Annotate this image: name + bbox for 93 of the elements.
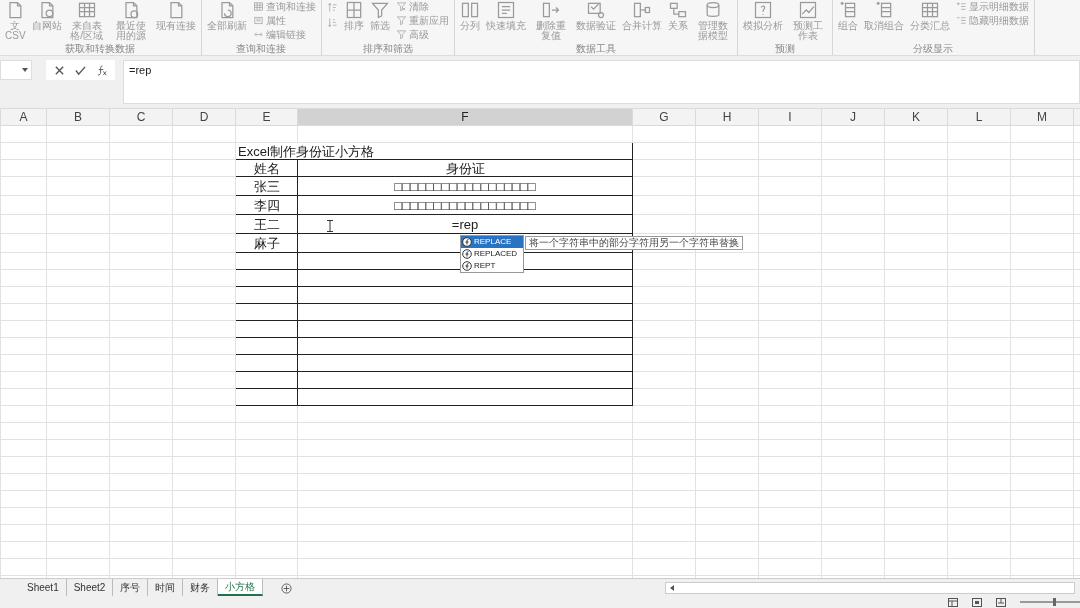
column-header[interactable]: F [297, 108, 633, 126]
scroll-left-icon[interactable] [668, 583, 676, 592]
ribbon-button[interactable]: 查询和连接 [250, 0, 318, 13]
normal-view-icon[interactable] [948, 597, 958, 607]
ribbon-button[interactable]: 隐藏明细数据 [953, 14, 1031, 27]
table-icon [252, 1, 264, 12]
column-header[interactable]: A [0, 108, 47, 126]
validation-icon [585, 0, 606, 20]
remove-duplicates-icon [540, 0, 561, 20]
clear-filter-icon [395, 1, 407, 12]
ribbon-button[interactable]: 组合 [835, 0, 860, 31]
filter-icon [395, 29, 407, 40]
group-label: 排序和筛选 [361, 43, 414, 55]
group-label: 分级显示 [912, 43, 955, 55]
column-header[interactable]: B [46, 108, 110, 126]
name-cell: 王二 [235, 214, 298, 234]
name-cell: 张三 [235, 176, 298, 196]
filter-icon [369, 0, 390, 20]
dropdown-icon [22, 68, 28, 72]
formula-text: =rep [129, 64, 152, 76]
ribbon-button[interactable]: 显示明细数据 [953, 0, 1031, 13]
column-header[interactable]: C [109, 108, 173, 126]
split-columns-icon [459, 0, 480, 20]
ribbon-button[interactable]: 高级 [393, 28, 451, 41]
ribbon-button[interactable]: 全部刷新 [204, 0, 249, 31]
group-label: 查询和连接 [235, 43, 288, 55]
id-cell-text: =rep [451, 216, 479, 232]
filter-icon [395, 15, 407, 26]
id-cell-text: □□□□□□□□□□□□□□□□□□ [394, 178, 536, 194]
table-icon [76, 0, 97, 20]
sort-ascending-icon [326, 2, 338, 13]
name-cell: 李四 [235, 195, 298, 215]
column-header[interactable]: K [884, 108, 948, 126]
ribbon-button[interactable]: 数据验证 [573, 0, 618, 31]
ribbon-button[interactable]: 删除重复值 [529, 0, 572, 41]
group-label: 获取和转换数据 [64, 43, 137, 55]
column-header[interactable]: I [758, 108, 822, 126]
expand-icon [955, 1, 967, 12]
ribbon-button[interactable]: 预测工作表 [786, 0, 829, 41]
ribbon-button[interactable]: 现有连接 [153, 0, 198, 31]
column-header[interactable]: E [235, 108, 298, 126]
ribbon-button[interactable]: 分列 [457, 0, 482, 31]
autocomplete-item[interactable]: REPLACE [461, 236, 523, 248]
page-break-icon[interactable] [996, 597, 1006, 607]
horizontal-scrollbar[interactable] [665, 581, 1075, 594]
ribbon-button[interactable]: 排序 [341, 0, 366, 31]
ribbon-button[interactable]: 分类汇总 [907, 0, 952, 31]
ribbon-button[interactable]: 来自表格/区域 [65, 0, 108, 41]
ribbon-button[interactable]: 最近使用的源 [109, 0, 152, 41]
column-header[interactable]: D [172, 108, 236, 126]
page-layout-icon[interactable] [972, 597, 982, 607]
ribbon-button[interactable]: 管理数据模型 [691, 0, 734, 41]
column-heading: 身份证 [297, 159, 633, 177]
column-header[interactable]: L [947, 108, 1011, 126]
ribbon-button[interactable]: 编辑链接 [250, 28, 318, 41]
collapse-icon [955, 15, 967, 26]
ribbon-button[interactable]: 取消组合 [861, 0, 906, 31]
ribbon-button[interactable]: 快速填充 [483, 0, 528, 31]
ribbon-button[interactable]: 自网站 [29, 0, 64, 31]
enter-icon[interactable] [75, 64, 86, 76]
name-cell: 麻子 [235, 233, 298, 253]
flash-fill-icon [495, 0, 516, 20]
insert-function-icon[interactable] [96, 64, 107, 76]
column-header[interactable]: G [632, 108, 696, 126]
sheet-tab[interactable]: 小方格 [218, 579, 264, 596]
text-cursor-icon [327, 220, 333, 232]
add-sheet-icon[interactable] [281, 583, 293, 594]
column-header[interactable]: H [695, 108, 759, 126]
function-tooltip: 将一个字符串中的部分字符用另一个字符串替换 [525, 236, 743, 250]
ribbon-button[interactable]: 文 CSV [3, 0, 28, 41]
ribbon-button[interactable]: 属性 [250, 14, 318, 27]
group-label: 数据工具 [574, 43, 617, 55]
group-label: 预测 [773, 43, 796, 55]
ribbon-button[interactable]: 关系 [665, 0, 690, 31]
what-if-icon [752, 0, 773, 20]
zoom-thumb[interactable] [1053, 598, 1056, 606]
column-header[interactable]: M [1010, 108, 1074, 126]
column-heading: 姓名 [235, 159, 298, 177]
ribbon-button[interactable]: 重新应用 [393, 14, 451, 27]
column-header[interactable]: J [821, 108, 885, 126]
relationships-icon [667, 0, 688, 20]
table-icon [919, 0, 940, 20]
ribbon-button[interactable]: 清除 [393, 0, 451, 13]
list-icon [252, 15, 264, 26]
consolidate-icon [631, 0, 652, 20]
sort-descending-icon [326, 17, 338, 28]
id-cell-text: □□□□□□□□□□□□□□□□□□ [394, 197, 536, 213]
ribbon-button[interactable]: 模拟分析 [740, 0, 785, 31]
ribbon-button[interactable]: 合并计算 [619, 0, 664, 31]
cancel-icon[interactable] [54, 64, 65, 76]
table-title: Excel制作身份证小方格 [235, 142, 633, 160]
ribbon-button[interactable]: 筛选 [367, 0, 392, 31]
forecast-icon [797, 0, 818, 20]
